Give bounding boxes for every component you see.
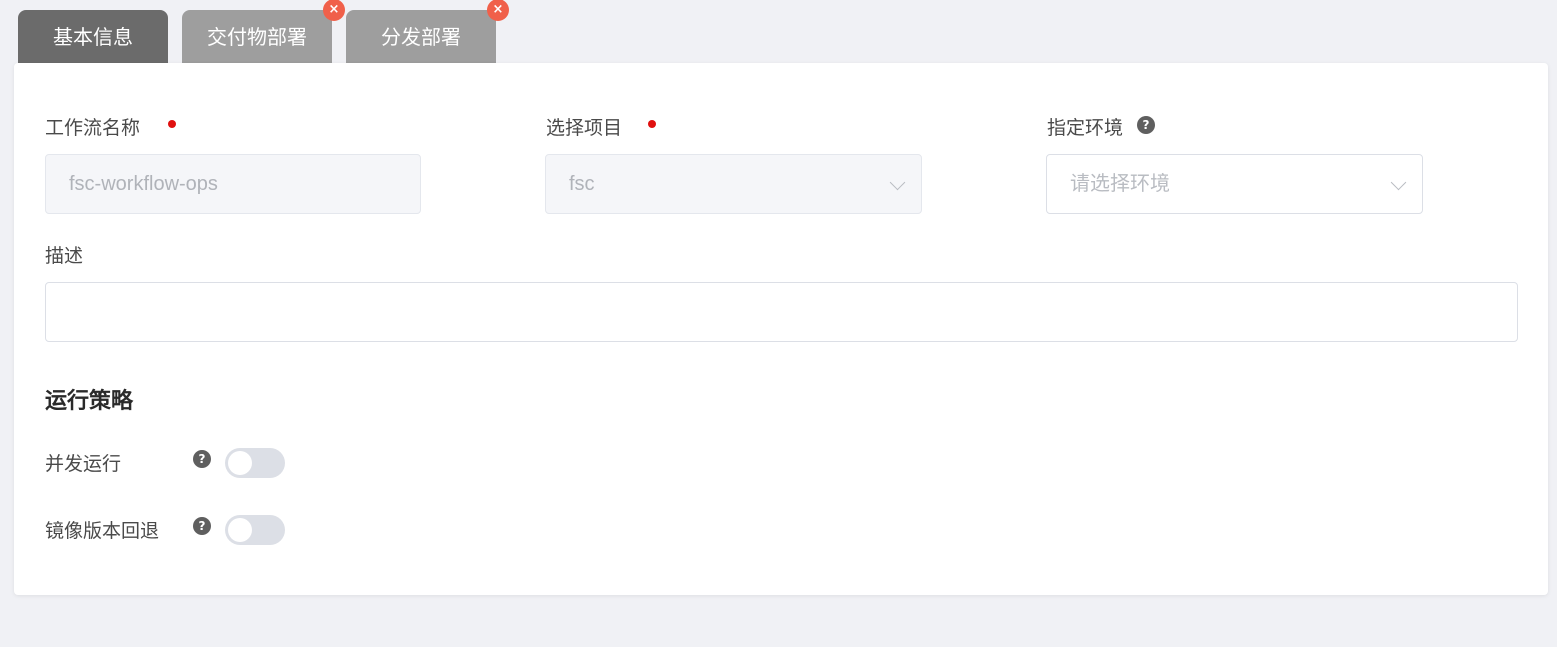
tab-label: 交付物部署 <box>207 25 307 49</box>
tab-distribution-deploy[interactable]: 分发部署 × <box>346 0 509 64</box>
workflow-name-label: 工作流名称 <box>45 117 141 139</box>
environment-label: 指定环境 <box>1047 117 1124 139</box>
required-indicator <box>168 120 176 128</box>
concurrent-run-label: 并发运行 <box>45 453 122 475</box>
tab-label: 基本信息 <box>53 25 133 49</box>
question-circle-icon[interactable]: ? <box>1137 116 1155 134</box>
question-circle-icon[interactable]: ? <box>193 517 211 535</box>
project-label: 选择项目 <box>546 117 623 139</box>
environment-select[interactable]: 请选择环境 <box>1046 154 1423 214</box>
workflow-name-input[interactable]: fsc-workflow-ops <box>45 154 421 214</box>
workflow-name-value: fsc-workflow-ops <box>69 173 218 195</box>
environment-placeholder: 请选择环境 <box>1070 173 1170 195</box>
tab-label: 分发部署 <box>381 25 461 49</box>
tab-basic-info[interactable]: 基本信息 <box>18 10 168 64</box>
question-circle-icon[interactable]: ? <box>193 450 211 468</box>
close-icon[interactable]: × <box>323 0 345 21</box>
chevron-down-icon <box>889 174 906 191</box>
strategy-section-title: 运行策略 <box>45 389 134 414</box>
image-rollback-label: 镜像版本回退 <box>45 520 160 542</box>
chevron-down-icon <box>1390 174 1407 191</box>
image-rollback-toggle[interactable] <box>225 515 285 545</box>
form-card: 工作流名称 fsc-workflow-ops 选择项目 fsc 指定环境 ? 请… <box>14 63 1548 595</box>
tab-artifact-deploy[interactable]: 交付物部署 × <box>182 0 345 64</box>
description-label: 描述 <box>45 245 84 267</box>
close-icon[interactable]: × <box>487 0 509 21</box>
description-input[interactable] <box>45 282 1518 342</box>
concurrent-run-toggle[interactable] <box>225 448 285 478</box>
toggle-knob <box>228 518 252 542</box>
required-indicator <box>648 120 656 128</box>
project-value: fsc <box>569 173 595 195</box>
project-select[interactable]: fsc <box>545 154 922 214</box>
toggle-knob <box>228 451 252 475</box>
